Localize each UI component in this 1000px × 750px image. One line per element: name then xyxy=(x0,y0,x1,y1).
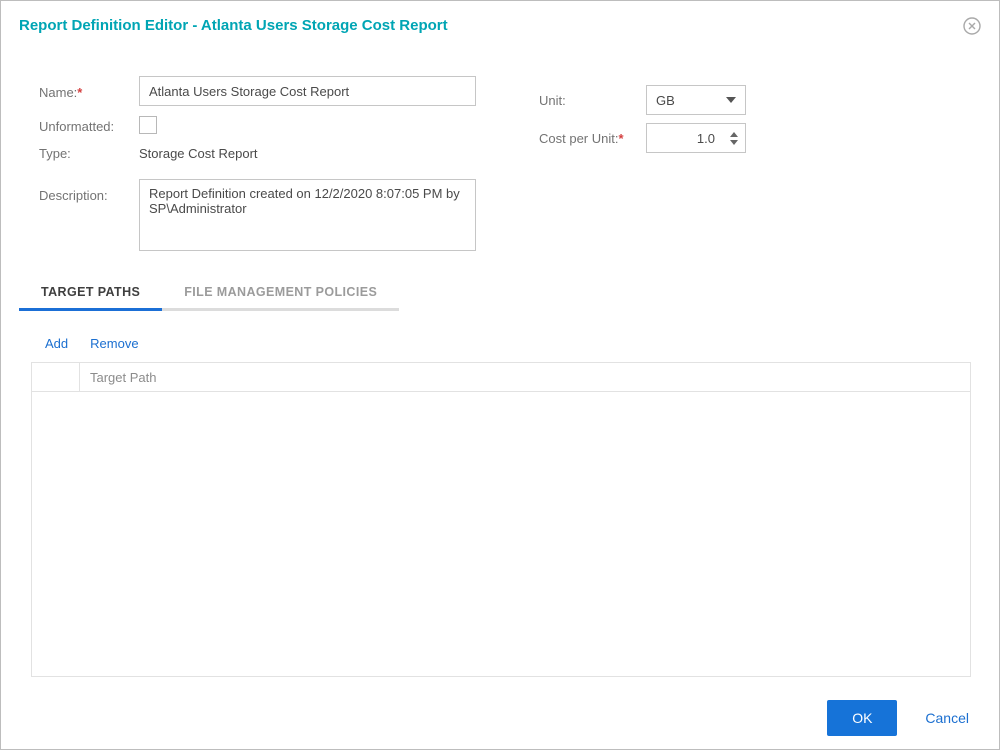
unformatted-checkbox[interactable] xyxy=(139,116,157,134)
selector-column-header xyxy=(32,363,80,391)
name-required-asterisk: * xyxy=(77,85,83,100)
grid-toolbar: Add Remove xyxy=(45,336,139,351)
ok-button[interactable]: OK xyxy=(827,700,898,736)
dialog-footer: OK Cancel xyxy=(827,700,969,736)
type-label: Type: xyxy=(39,146,71,161)
tab-file-management-policies[interactable]: FILE MANAGEMENT POLICIES xyxy=(162,277,400,311)
report-definition-editor-dialog: Report Definition Editor - Atlanta Users… xyxy=(0,0,1000,750)
target-paths-table: Target Path xyxy=(31,362,971,677)
table-body-empty[interactable] xyxy=(32,392,970,676)
spin-up-icon[interactable] xyxy=(730,131,738,137)
name-label: Name:* xyxy=(39,85,83,100)
spin-down-icon[interactable] xyxy=(730,139,738,145)
description-textarea[interactable]: Report Definition created on 12/2/2020 8… xyxy=(139,179,476,251)
dialog-title: Report Definition Editor - Atlanta Users… xyxy=(19,17,448,34)
unit-dropdown[interactable]: GB xyxy=(646,85,746,115)
unformatted-label: Unformatted: xyxy=(39,119,115,134)
type-value: Storage Cost Report xyxy=(139,146,258,161)
spinner-arrows-icon[interactable] xyxy=(723,124,745,152)
name-input[interactable] xyxy=(139,76,476,106)
tab-target-paths[interactable]: TARGET PATHS xyxy=(19,277,163,311)
cost-per-unit-value: 1.0 xyxy=(696,130,715,146)
chevron-down-icon xyxy=(726,97,736,103)
target-path-column-header[interactable]: Target Path xyxy=(80,363,157,391)
unit-dropdown-value: GB xyxy=(656,92,675,108)
add-button[interactable]: Add xyxy=(45,336,68,351)
close-icon[interactable] xyxy=(963,17,981,35)
cost-per-unit-stepper[interactable]: 1.0 xyxy=(646,123,746,153)
table-header-row: Target Path xyxy=(32,363,970,392)
cost-per-unit-label: Cost per Unit:* xyxy=(539,131,624,146)
cancel-button[interactable]: Cancel xyxy=(925,710,969,726)
cost-required-asterisk: * xyxy=(618,131,624,146)
remove-button[interactable]: Remove xyxy=(90,336,138,351)
tab-bar: TARGET PATHS FILE MANAGEMENT POLICIES xyxy=(19,277,400,311)
unit-label: Unit: xyxy=(539,93,566,108)
description-label: Description: xyxy=(39,188,108,203)
